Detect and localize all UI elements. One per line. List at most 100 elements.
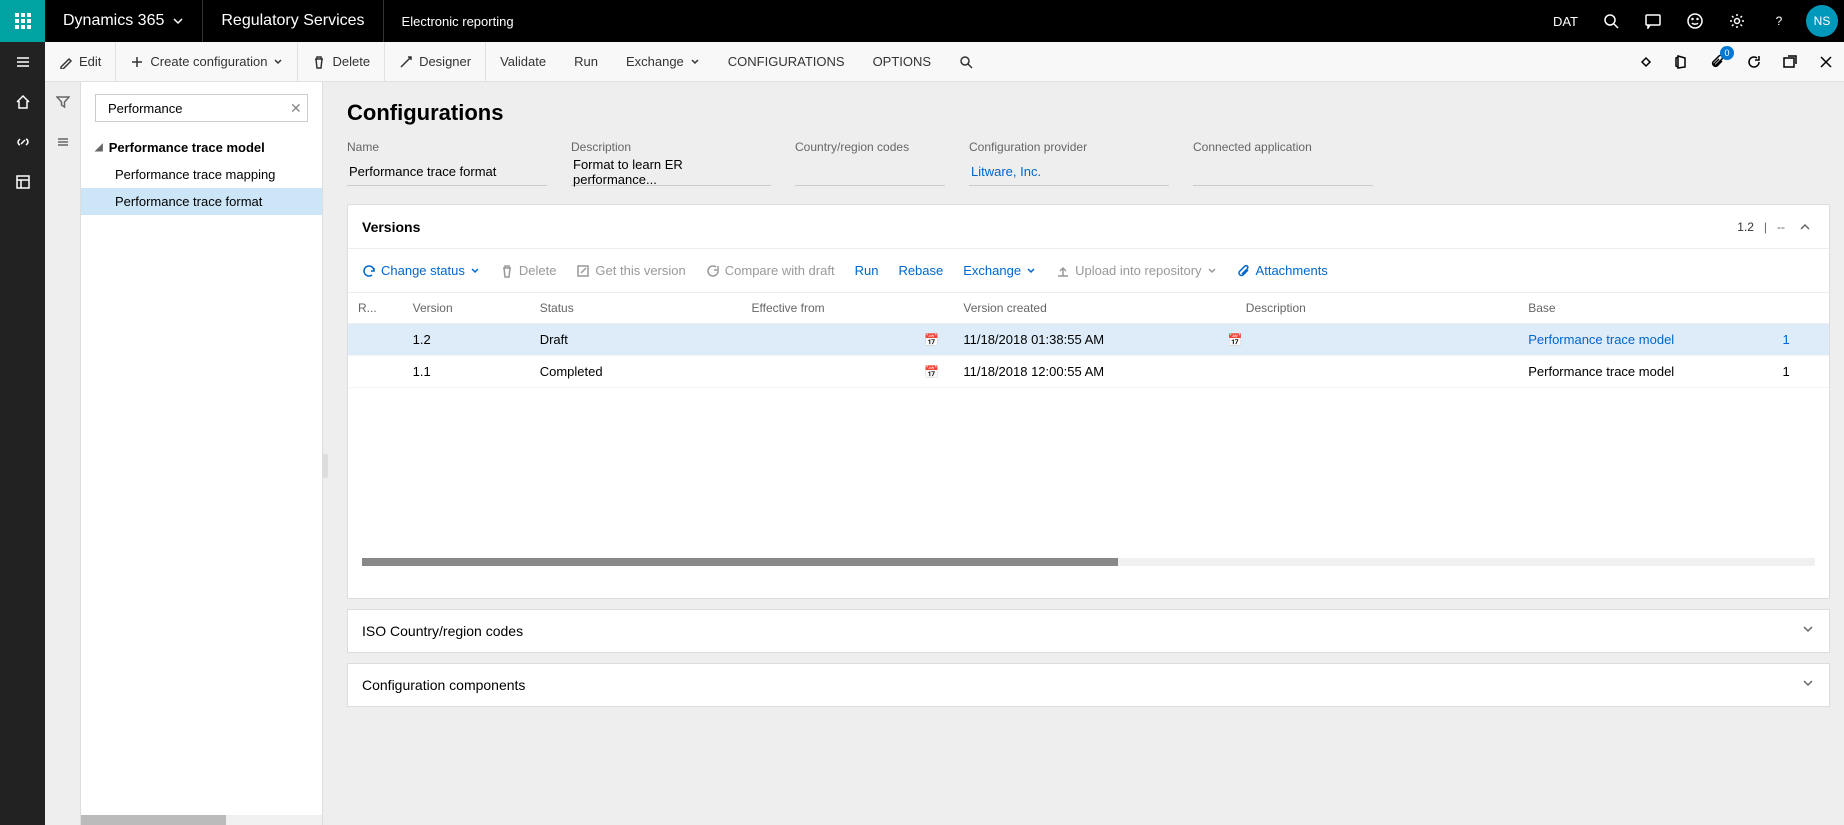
breadcrumb[interactable]: Electronic reporting: [384, 0, 532, 42]
cell-basever: 1: [1772, 324, 1829, 356]
paperclip-icon: [1237, 264, 1251, 278]
field-value-name[interactable]: Performance trace format: [347, 158, 547, 186]
field-value-country[interactable]: [795, 158, 945, 186]
main-content: Configurations Name Performance trace fo…: [323, 82, 1844, 825]
validate-button[interactable]: Validate: [486, 42, 560, 82]
tree-node-mapping[interactable]: Performance trace mapping: [81, 161, 322, 188]
col-effective[interactable]: Effective from: [742, 293, 954, 324]
workspace-button[interactable]: [0, 162, 45, 202]
tree-node-label: Performance trace format: [115, 194, 262, 209]
brand-menu[interactable]: Dynamics 365: [45, 0, 203, 42]
list-toggle-button[interactable]: [45, 122, 81, 162]
chevron-down-icon: [1801, 676, 1815, 690]
col-description[interactable]: Description: [1236, 293, 1518, 324]
expand-components-button[interactable]: [1801, 676, 1815, 695]
recent-button[interactable]: [0, 122, 45, 162]
run-button[interactable]: Run: [560, 42, 612, 82]
edit-button[interactable]: Edit: [45, 42, 116, 82]
chevron-down-icon: [273, 57, 283, 67]
field-value-provider[interactable]: Litware, Inc.: [969, 158, 1169, 186]
col-created[interactable]: Version created: [953, 293, 1235, 324]
configuration-tree-panel: ✕ ◢ Performance trace model Performance …: [81, 82, 323, 825]
version-delete-button[interactable]: Delete: [500, 263, 557, 278]
attachments-button[interactable]: 0: [1700, 42, 1736, 82]
col-basever[interactable]: [1772, 293, 1829, 324]
upload-repository-button[interactable]: Upload into repository: [1056, 263, 1216, 278]
chat-icon: [1645, 13, 1661, 29]
cell-description: [1236, 356, 1518, 388]
col-version[interactable]: Version: [403, 293, 530, 324]
question-icon: ?: [1771, 13, 1787, 29]
close-button[interactable]: [1808, 42, 1844, 82]
settings-button[interactable]: [1716, 0, 1758, 42]
connect-button[interactable]: [1628, 42, 1664, 82]
col-status[interactable]: Status: [530, 293, 742, 324]
get-version-button[interactable]: Get this version: [576, 263, 685, 278]
splitter-handle[interactable]: [323, 454, 328, 478]
waffle-icon: [15, 13, 31, 29]
help-button[interactable]: ?: [1758, 0, 1800, 42]
col-base[interactable]: Base: [1518, 293, 1772, 324]
version-run-button[interactable]: Run: [855, 263, 879, 278]
action-bar: Edit Create configuration Delete Designe…: [0, 42, 1844, 82]
popout-button[interactable]: [1772, 42, 1808, 82]
versions-toolbar: Change status Delete Get this version Co…: [348, 249, 1829, 293]
page-title: Configurations: [347, 100, 1830, 126]
configuration-components-card[interactable]: Configuration components: [347, 663, 1830, 707]
versions-card: Versions 1.2 | -- Change status Delete G…: [347, 204, 1830, 599]
user-avatar[interactable]: NS: [1806, 5, 1838, 37]
company-picker[interactable]: DAT: [1541, 14, 1590, 29]
configurations-tab[interactable]: CONFIGURATIONS: [714, 42, 859, 82]
cell-version: 1.2: [403, 324, 530, 356]
change-status-button[interactable]: Change status: [362, 263, 480, 278]
exchange-menu[interactable]: Exchange: [612, 42, 714, 82]
rebase-button[interactable]: Rebase: [898, 263, 943, 278]
left-nav-rail: [0, 42, 45, 825]
feedback-button[interactable]: [1674, 0, 1716, 42]
grid-h-scrollbar[interactable]: [362, 558, 1815, 566]
tree-search-box[interactable]: ✕: [95, 94, 308, 122]
nav-toggle-button[interactable]: [0, 42, 45, 82]
designer-button[interactable]: Designer: [385, 42, 486, 82]
clear-search-button[interactable]: ✕: [290, 100, 302, 117]
designer-icon: [399, 55, 413, 69]
cell-status: Completed: [530, 356, 742, 388]
delete-button[interactable]: Delete: [298, 42, 385, 82]
versions-separator: |: [1764, 220, 1767, 234]
action-search-button[interactable]: [945, 42, 987, 82]
version-attachments-button[interactable]: Attachments: [1237, 263, 1328, 278]
field-value-connected-app[interactable]: [1193, 158, 1373, 186]
header-fields: Name Performance trace format Descriptio…: [347, 140, 1527, 186]
search-button[interactable]: [1590, 0, 1632, 42]
table-row[interactable]: 1.1Completed📅11/18/2018 12:00:55 AMPerfo…: [348, 356, 1829, 388]
app-launcher-button[interactable]: [0, 0, 45, 42]
refresh-button[interactable]: [1736, 42, 1772, 82]
search-icon: [959, 55, 973, 69]
office-button[interactable]: [1664, 42, 1700, 82]
version-exchange-menu[interactable]: Exchange: [963, 263, 1036, 278]
tree-search-input[interactable]: [108, 101, 284, 116]
table-row[interactable]: 1.2Draft📅11/18/2018 01:38:55 AM📅Performa…: [348, 324, 1829, 356]
field-label-country: Country/region codes: [795, 140, 945, 154]
cell-base[interactable]: Performance trace model: [1518, 324, 1772, 356]
expand-iso-button[interactable]: [1801, 622, 1815, 641]
iso-codes-card[interactable]: ISO Country/region codes: [347, 609, 1830, 653]
collapse-versions-button[interactable]: [1795, 217, 1815, 237]
close-icon: [1818, 54, 1834, 70]
tree-node-root[interactable]: ◢ Performance trace model: [81, 134, 322, 161]
cell-description: 📅: [1236, 324, 1518, 356]
create-configuration-button[interactable]: Create configuration: [116, 42, 298, 82]
left-filter-rail: [45, 82, 81, 825]
tree-node-format[interactable]: Performance trace format: [81, 188, 322, 215]
field-value-description[interactable]: Format to learn ER performance...: [571, 158, 771, 186]
options-tab[interactable]: OPTIONS: [859, 42, 946, 82]
compare-draft-button[interactable]: Compare with draft: [706, 263, 835, 278]
gear-icon: [1729, 13, 1745, 29]
configuration-components-title: Configuration components: [362, 677, 525, 693]
messages-button[interactable]: [1632, 0, 1674, 42]
versions-grid: R... Version Status Effective from Versi…: [348, 293, 1829, 388]
filter-button[interactable]: [45, 82, 81, 122]
tree-h-scrollbar[interactable]: [81, 815, 322, 825]
home-button[interactable]: [0, 82, 45, 122]
col-r[interactable]: R...: [348, 293, 403, 324]
